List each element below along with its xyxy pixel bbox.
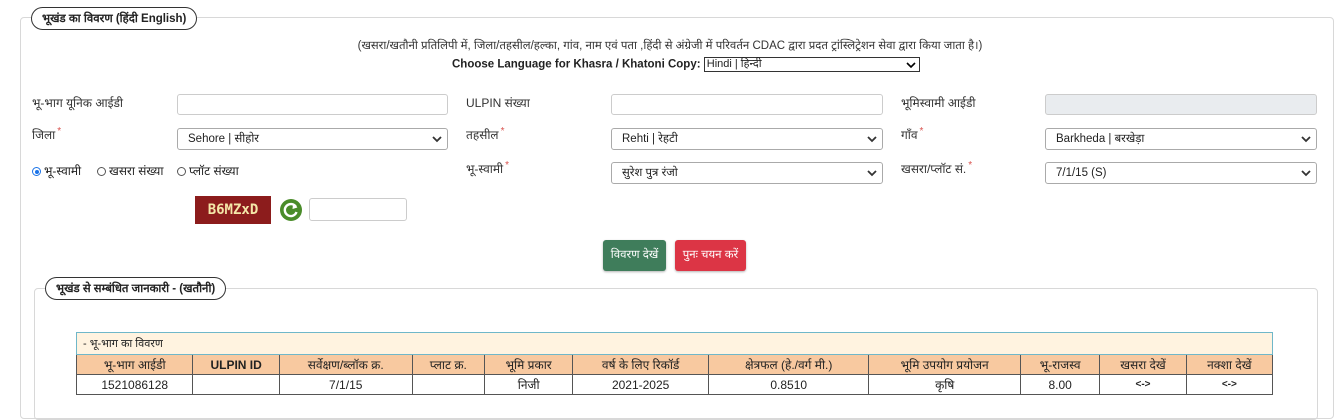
- table-caption-row: - भू-भाग का विवरण: [76, 332, 1273, 355]
- radio-selected-icon: [32, 167, 41, 176]
- unique-id-input[interactable]: [177, 94, 448, 115]
- transliteration-note: (खसरा/खतौनी प्रतिलिपी में, जिला/तहसील/हल…: [357, 40, 983, 52]
- khasra-plot-label-text: खसरा/प्लॉट सं.: [901, 162, 967, 176]
- cell-use: कृषि: [868, 374, 1021, 395]
- khasra-plot-select-value: 7/1/15 (S): [1056, 167, 1107, 179]
- col-year: वर्ष के लिए रिकॉर्ड: [572, 354, 709, 375]
- khasra-view-link[interactable]: <->: [1099, 374, 1187, 395]
- col-revenue: भू-राजस्व: [1019, 354, 1101, 375]
- district-select[interactable]: Sehore | सीहोर: [177, 128, 448, 150]
- tehsil-label: तहसील *: [466, 126, 504, 143]
- district-label-text: जिला: [32, 128, 56, 142]
- village-label: गाँव *: [901, 126, 923, 143]
- chevron-down-icon: [1301, 136, 1311, 143]
- col-plot: प्लाट क्र.: [411, 354, 486, 375]
- cell-area: 0.8510: [707, 374, 870, 395]
- section-legend-land-details: भूखंड का विवरण (हिंदी English): [31, 7, 198, 30]
- required-mark: *: [968, 160, 973, 171]
- required-mark: *: [500, 126, 505, 137]
- radio-khasra-label: खसरा संख्या: [109, 164, 164, 178]
- map-view-link[interactable]: <->: [1185, 374, 1274, 395]
- unique-id-label: भू-भाग यूनिक आईडी: [32, 96, 124, 110]
- table-row: 1521086128 7/1/15 निजी 2021-2025 0.8510 …: [75, 374, 1274, 395]
- refresh-icon[interactable]: [279, 198, 303, 222]
- district-label: जिला *: [32, 126, 61, 143]
- captcha-image: B6MZxD: [195, 196, 271, 224]
- required-mark: *: [505, 160, 510, 171]
- land-details-table: - भू-भाग का विवरण भू-भाग आईडी ULPIN ID स…: [75, 332, 1274, 395]
- section-legend-khatoni: भूखंड से सम्बंधित जानकारी - (खतौनी): [45, 277, 227, 300]
- col-ulpin: ULPIN ID: [192, 354, 280, 375]
- language-row: Choose Language for Khasra / Khatoni Cop…: [452, 57, 920, 72]
- cell-land-type: निजी: [484, 374, 574, 395]
- chevron-down-icon: [867, 170, 877, 177]
- village-select[interactable]: Barkheda | बरखेड़ा: [1045, 128, 1317, 150]
- district-select-value: Sehore | सीहोर: [188, 133, 260, 145]
- tehsil-select[interactable]: Rehti | रेहटी: [611, 128, 883, 150]
- ulpin-input[interactable]: [611, 94, 883, 115]
- owner-label-text: भू-स्वामी: [466, 162, 504, 176]
- chevron-down-icon: [1301, 170, 1311, 177]
- captcha-input[interactable]: [309, 198, 407, 221]
- col-area: क्षेत्रफल (हे./वर्ग मी.): [707, 354, 870, 375]
- radio-icon: [177, 167, 186, 176]
- owner-select[interactable]: सुरेश पुत्र रंजो: [611, 162, 883, 184]
- table-header-row: भू-भाग आईडी ULPIN ID सर्वेक्षण/ब्लॉक क्र…: [75, 354, 1274, 375]
- col-map-view: नक्शा देखें: [1185, 354, 1274, 375]
- cell-ulpin: [192, 374, 280, 395]
- required-mark: *: [57, 126, 62, 137]
- reset-selection-button[interactable]: पुनः चयन करें: [675, 240, 746, 271]
- village-select-value: Barkheda | बरखेड़ा: [1056, 133, 1145, 145]
- khasra-plot-label: खसरा/प्लॉट सं. *: [901, 160, 972, 177]
- col-land-id: भू-भाग आईडी: [75, 354, 194, 375]
- cell-plot: [411, 374, 486, 395]
- language-select[interactable]: Hindi | हिन्दी: [703, 57, 920, 72]
- cell-revenue: 8.00: [1019, 374, 1101, 395]
- cell-land-id: 1521086128: [75, 374, 194, 395]
- col-khasra-view: खसरा देखें: [1099, 354, 1187, 375]
- radio-owner[interactable]: भू-स्वामी: [32, 162, 81, 179]
- cell-year: 2021-2025: [572, 374, 709, 395]
- required-mark: *: [919, 126, 924, 137]
- radio-khasra[interactable]: खसरा संख्या: [97, 162, 163, 179]
- radio-icon: [97, 167, 106, 176]
- khasra-plot-select[interactable]: 7/1/15 (S): [1045, 162, 1317, 184]
- col-use: भूमि उपयोग प्रयोजन: [868, 354, 1021, 375]
- owner-id-label: भूमिस्वामी आईडी: [901, 96, 976, 110]
- chevron-down-icon: [906, 62, 916, 69]
- table-caption: - भू-भाग का विवरण: [76, 332, 1273, 355]
- col-land-type: भूमि प्रकार: [484, 354, 574, 375]
- view-details-button[interactable]: विवरण देखें: [603, 240, 666, 271]
- language-label: Choose Language for Khasra / Khatoni Cop…: [452, 58, 701, 71]
- radio-plot-label: प्लॉट संख्या: [189, 164, 239, 178]
- ulpin-label: ULPIN संख्या: [466, 96, 530, 110]
- cell-survey: 7/1/15: [278, 374, 413, 395]
- col-survey: सर्वेक्षण/ब्लॉक क्र.: [278, 354, 413, 375]
- chevron-down-icon: [867, 136, 877, 143]
- tehsil-label-text: तहसील: [466, 128, 499, 142]
- radio-owner-label: भू-स्वामी: [44, 164, 82, 178]
- owner-select-value: सुरेश पुत्र रंजो: [622, 167, 678, 179]
- chevron-down-icon: [432, 136, 442, 143]
- village-label-text: गाँव: [901, 128, 918, 142]
- tehsil-select-value: Rehti | रेहटी: [622, 133, 678, 145]
- language-select-value: Hindi | हिन्दी: [706, 58, 762, 70]
- owner-label: भू-स्वामी *: [466, 160, 509, 177]
- owner-id-input: [1045, 94, 1317, 115]
- radio-plot[interactable]: प्लॉट संख्या: [177, 162, 239, 179]
